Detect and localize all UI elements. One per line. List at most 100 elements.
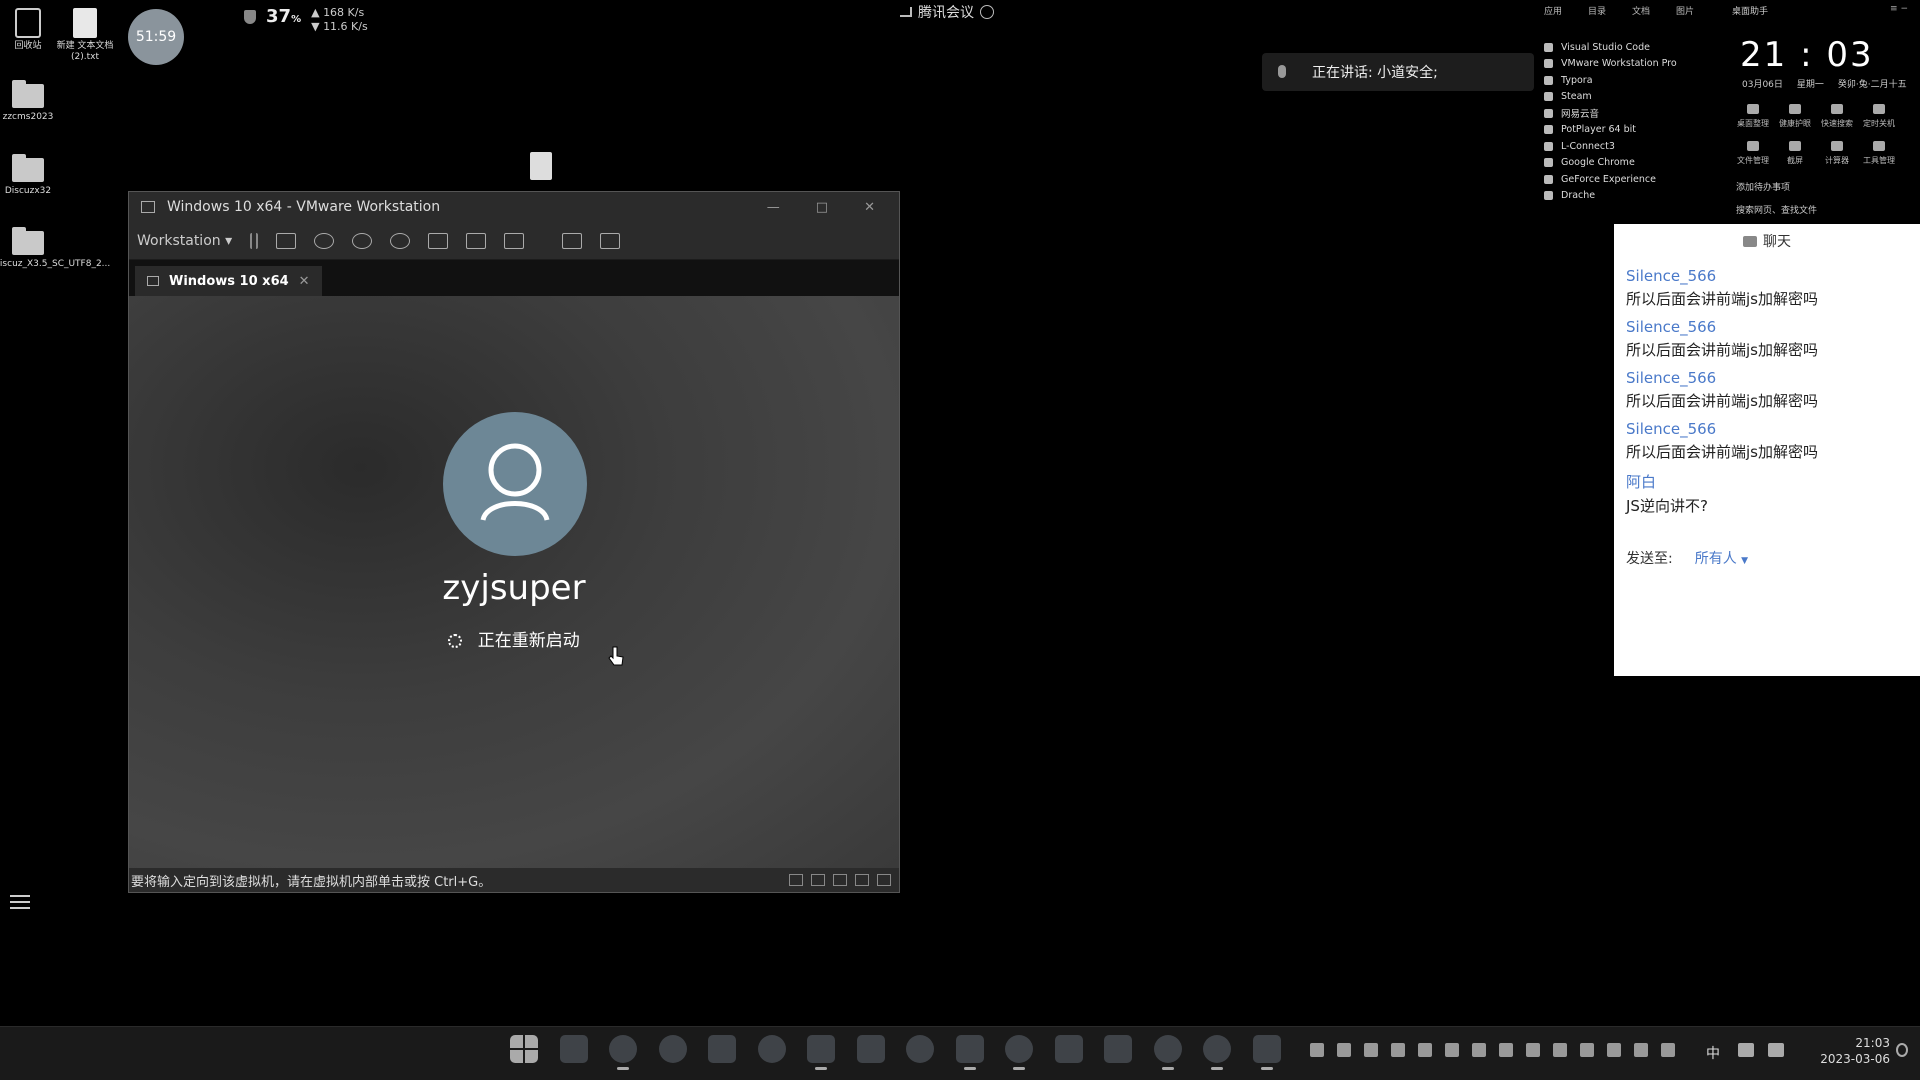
- tray-app-icon[interactable]: [1607, 1043, 1621, 1057]
- tab-docs[interactable]: 文档: [1632, 4, 1650, 17]
- app-item-drache[interactable]: Drache: [1544, 188, 1729, 205]
- widget-button-screenshot[interactable]: 截屏: [1774, 141, 1816, 166]
- widget-button-eye-care[interactable]: 健康护眼: [1774, 104, 1816, 129]
- qq-icon[interactable]: [1153, 1035, 1182, 1070]
- tray-app-icon[interactable]: [1580, 1043, 1594, 1057]
- network-icon[interactable]: [1738, 1043, 1754, 1057]
- tab-apps[interactable]: 应用: [1544, 4, 1562, 17]
- widget-todo[interactable]: 添加待办事项: [1732, 180, 1920, 193]
- snapshot-manager-icon[interactable]: [390, 232, 411, 249]
- tray-app-icon[interactable]: [1391, 1043, 1405, 1057]
- widget-button-shutdown-timer[interactable]: 定时关机: [1858, 104, 1900, 129]
- minimize-button[interactable]: —: [767, 200, 780, 215]
- send-keys-icon[interactable]: [276, 232, 297, 249]
- edge-browser-icon[interactable]: [609, 1035, 637, 1070]
- tray-shield-icon[interactable]: [1364, 1043, 1378, 1057]
- stretch-icon[interactable]: [600, 232, 621, 249]
- widget-button-quick-search[interactable]: 快速搜索: [1816, 104, 1858, 129]
- vm-tab-label: Windows 10 x64: [169, 273, 289, 289]
- tray-app-icon[interactable]: [1445, 1043, 1459, 1057]
- widget-button-calculator[interactable]: 计算器: [1816, 141, 1858, 166]
- widget-button-file-manager[interactable]: 文件管理: [1732, 141, 1774, 166]
- hdd-icon[interactable]: [789, 874, 803, 886]
- signal-icon: [900, 7, 912, 17]
- list-icon[interactable]: [10, 895, 30, 911]
- show-library-icon[interactable]: [428, 232, 449, 249]
- close-button[interactable]: ✕: [864, 200, 875, 215]
- tencent-meeting-icon[interactable]: [1203, 1035, 1231, 1070]
- workstation-menu[interactable]: Workstation ▾: [137, 233, 232, 249]
- settings-gear-icon[interactable]: [1005, 1035, 1033, 1070]
- vmware-icon[interactable]: [1252, 1035, 1281, 1070]
- widget-button-tools[interactable]: 工具管理: [1858, 141, 1900, 166]
- maximize-button[interactable]: □: [816, 200, 828, 215]
- file-explorer-icon[interactable]: [559, 1035, 588, 1063]
- microphone-icon[interactable]: [1661, 1043, 1675, 1057]
- snapshot-icon[interactable]: [314, 232, 335, 249]
- app-item-chrome[interactable]: Google Chrome: [1544, 155, 1729, 172]
- tray-app-icon[interactable]: [1526, 1043, 1540, 1057]
- app-item-potplayer[interactable]: PotPlayer 64 bit: [1544, 122, 1729, 139]
- close-tab-icon[interactable]: ✕: [299, 274, 310, 289]
- desktop-icon-discuzx32[interactable]: Discuzx32: [0, 154, 63, 197]
- photos-icon[interactable]: [807, 1035, 835, 1070]
- chat-app-icon[interactable]: [658, 1035, 687, 1063]
- thumbnail-bar-icon[interactable]: [466, 232, 487, 249]
- widget-lunar: 癸卯·兔·二月十五: [1837, 80, 1907, 90]
- pause-icon[interactable]: [250, 232, 259, 249]
- app-item-lconnect[interactable]: L-Connect3: [1544, 138, 1729, 155]
- taskbar-clock[interactable]: 21:03 2023-03-06: [1790, 1035, 1890, 1067]
- menu-icon[interactable]: ≡ −: [1890, 4, 1908, 17]
- fullscreen-icon[interactable]: [504, 232, 525, 249]
- app-item-netease-music[interactable]: 网易云音: [1544, 105, 1729, 122]
- chrome-icon[interactable]: [906, 1035, 934, 1063]
- tab-images[interactable]: 图片: [1676, 4, 1694, 17]
- app-item-label: 网易云音: [1561, 109, 1600, 121]
- tray-app-icon[interactable]: [1634, 1043, 1648, 1057]
- cdrom-icon[interactable]: [811, 874, 825, 886]
- tab-directory[interactable]: 目录: [1588, 4, 1606, 17]
- tray-app-icon[interactable]: [1499, 1043, 1513, 1057]
- steam-icon[interactable]: [757, 1035, 786, 1063]
- widget-search[interactable]: 搜索网页、查找文件: [1732, 203, 1920, 216]
- tray-app-icon[interactable]: [1310, 1043, 1324, 1057]
- tray-app-icon[interactable]: [1553, 1043, 1567, 1057]
- tab-windows10-x64[interactable]: Windows 10 x64 ✕: [135, 266, 322, 296]
- system-monitor: 37% ▲ 168 K/s ▼ 11.6 K/s: [244, 6, 368, 34]
- desktop-icon-zzcms2023[interactable]: zzcms2023: [0, 80, 63, 123]
- app-item-vmware[interactable]: VMware Workstation Pro: [1544, 56, 1729, 73]
- tray-app-icon[interactable]: [1472, 1043, 1486, 1057]
- app-icon[interactable]: [708, 1035, 736, 1063]
- notification-moon-icon[interactable]: [1896, 1043, 1908, 1057]
- text-file-icon: [73, 8, 97, 38]
- desktop-icon-discuz-x35[interactable]: Discuz_X3.5_SC_UTF8_2...: [0, 227, 110, 270]
- network-icon[interactable]: [833, 874, 847, 886]
- desktop-icon-text-file[interactable]: 新建 文本文档 (2).txt: [50, 8, 120, 63]
- volume-icon[interactable]: [1768, 1043, 1784, 1057]
- app-item-geforce[interactable]: GeForce Experience: [1544, 171, 1729, 188]
- app-icon: [1544, 42, 1553, 52]
- taskbar-time: 21:03: [1855, 1036, 1890, 1050]
- vm-display[interactable]: zyjsuper 正在重新启动: [129, 296, 899, 868]
- send-to-select[interactable]: 所有人 ▼: [1695, 548, 1748, 568]
- sound-icon[interactable]: [855, 874, 869, 886]
- console-icon[interactable]: [562, 232, 583, 249]
- revert-snapshot-icon[interactable]: [352, 232, 373, 249]
- tray-app-icon[interactable]: [1337, 1043, 1351, 1057]
- display-icon[interactable]: [877, 874, 891, 886]
- start-button-icon[interactable]: [510, 1035, 538, 1063]
- java-icon[interactable]: [955, 1035, 984, 1070]
- tray-app-icon[interactable]: [1418, 1043, 1432, 1057]
- typora-icon[interactable]: [1104, 1035, 1132, 1063]
- app-item-typora[interactable]: Typora: [1544, 72, 1729, 89]
- widget-button-desktop-organize[interactable]: 桌面整理: [1732, 104, 1774, 129]
- vmware-titlebar[interactable]: Windows 10 x64 - VMware Workstation — □ …: [129, 192, 899, 222]
- ime-indicator[interactable]: 中: [1706, 1043, 1720, 1063]
- meeting-indicator[interactable]: 腾讯会议: [900, 2, 994, 22]
- desktop-file-icon[interactable]: [530, 152, 552, 180]
- info-icon[interactable]: [980, 5, 994, 19]
- app-item-steam[interactable]: Steam: [1544, 89, 1729, 106]
- notepad-icon[interactable]: [856, 1035, 885, 1063]
- pentagon-app-icon[interactable]: [1054, 1035, 1083, 1063]
- app-item-vscode[interactable]: Visual Studio Code: [1544, 39, 1729, 56]
